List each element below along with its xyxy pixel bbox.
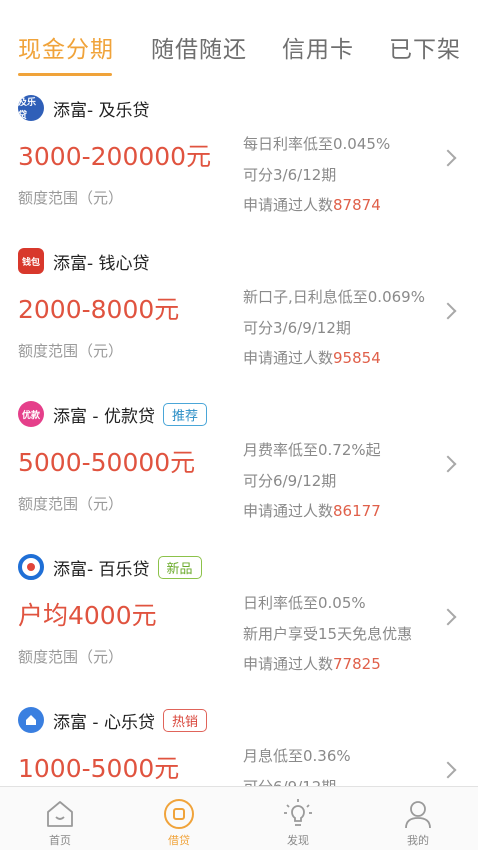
product-rate: 月费率低至0.72%起 (243, 441, 381, 459)
tab-borrow-anytime[interactable]: 随借随还 (151, 30, 247, 64)
qianxindai-logo-icon: 钱包 (18, 248, 44, 274)
product-terms: 可分6/9/12期 (243, 776, 336, 786)
nav-discover[interactable]: 发现 (258, 787, 338, 850)
product-header: 添富 - 心乐贷 热销 (18, 706, 207, 734)
product-name: 添富 - 优款贷 (53, 406, 155, 427)
product-card-xinle[interactable]: 添富 - 心乐贷 热销 1000-5000元 月息低至0.36% 可分6/9/1… (0, 692, 478, 786)
tab-delisted[interactable]: 已下架 (389, 30, 461, 64)
product-card-youkuan[interactable]: 优款 添富 - 优款贷 推荐 5000-50000元 额度范围（元） 月费率低至… (0, 386, 478, 539)
product-rate: 日利率低至0.05% (243, 594, 366, 612)
product-terms: 可分6/9/12期 (243, 472, 337, 490)
approved-count-value: 86177 (333, 502, 381, 520)
approved-count-label: 申请通过人数 (243, 349, 334, 367)
product-amount: 2000-8000元 (18, 295, 180, 324)
amount-range-label: 额度范围（元） (18, 495, 124, 513)
product-name: 添富- 及乐贷 (53, 100, 150, 121)
approved-count-value: 87874 (333, 196, 381, 214)
bailedai-logo-icon (18, 554, 44, 580)
nav-home-label: 首页 (49, 834, 71, 847)
youkuandai-logo-icon: 优款 (18, 401, 44, 427)
product-amount: 5000-50000元 (18, 448, 196, 477)
product-rate: 新口子,日利息低至0.069% (243, 288, 425, 306)
approved-count: 申请通过人数77825 (243, 653, 381, 674)
nav-mine-label: 我的 (407, 834, 429, 847)
approved-count-value: 77825 (333, 655, 381, 673)
tab-credit-card[interactable]: 信用卡 (282, 30, 354, 64)
nav-loan-label: 借贷 (168, 834, 190, 847)
xinle-house-icon (26, 715, 36, 725)
product-terms: 新用户享受15天免息优惠 (243, 625, 413, 643)
approved-count: 申请通过人数86177 (243, 500, 381, 521)
product-card-baile[interactable]: 添富- 百乐贷 新品 户均4000元 额度范围（元） 日利率低至0.05% 新用… (0, 539, 478, 692)
product-list: 及乐贷 添富- 及乐贷 3000-200000元 额度范围（元） 每日利率低至0… (0, 80, 478, 786)
chevron-right-icon[interactable] (439, 608, 457, 626)
amount-range-label: 额度范围（元） (18, 648, 124, 666)
chevron-right-icon[interactable] (439, 149, 457, 167)
product-terms: 可分3/6/9/12期 (243, 319, 351, 337)
user-icon (405, 801, 431, 829)
approved-count: 申请通过人数87874 (243, 194, 381, 215)
product-name: 添富- 百乐贷 (53, 559, 150, 580)
approved-count: 申请通过人数95854 (243, 347, 381, 368)
amount-range-label: 额度范围（元） (18, 342, 124, 360)
product-rate: 每日利率低至0.045% (243, 135, 391, 153)
loan-icon (164, 799, 194, 829)
bottom-nav: 首页 借贷 发现 我的 (0, 786, 478, 850)
nav-discover-label: 发现 (287, 834, 309, 847)
approved-count-label: 申请通过人数 (243, 196, 334, 214)
baile-dot-icon (27, 563, 35, 571)
category-tabs: 现金分期 随借随还 信用卡 已下架 (0, 0, 478, 80)
product-card-qianxin[interactable]: 钱包 添富- 钱心贷 2000-8000元 额度范围（元） 新口子,日利息低至0… (0, 233, 478, 386)
product-card-jile[interactable]: 及乐贷 添富- 及乐贷 3000-200000元 额度范围（元） 每日利率低至0… (0, 80, 478, 233)
chevron-right-icon[interactable] (439, 455, 457, 473)
product-name: 添富- 钱心贷 (53, 253, 150, 274)
home-icon (47, 801, 73, 827)
product-name: 添富 - 心乐贷 (53, 712, 155, 733)
nav-home[interactable]: 首页 (20, 787, 100, 850)
product-amount: 1000-5000元 (18, 754, 180, 783)
nav-mine[interactable]: 我的 (378, 787, 458, 850)
chevron-right-icon[interactable] (439, 302, 457, 320)
product-header: 添富- 百乐贷 新品 (18, 553, 202, 581)
chevron-right-icon[interactable] (439, 761, 457, 779)
amount-range-label: 额度范围（元） (18, 189, 124, 207)
xinledai-logo-icon (18, 707, 44, 733)
tab-cash-installment[interactable]: 现金分期 (18, 30, 114, 64)
bulb-icon (284, 799, 312, 826)
approved-count-label: 申请通过人数 (243, 502, 334, 520)
product-rate: 月息低至0.36% (243, 747, 351, 765)
product-amount: 户均4000元 (18, 601, 157, 630)
hot-badge: 热销 (162, 708, 207, 732)
product-header: 优款 添富 - 优款贷 推荐 (18, 400, 207, 428)
new-badge: 新品 (157, 555, 202, 579)
approved-count-value: 95854 (333, 349, 381, 367)
product-amount: 3000-200000元 (18, 142, 212, 171)
product-header: 钱包 添富- 钱心贷 (18, 247, 150, 275)
product-header: 及乐贷 添富- 及乐贷 (18, 94, 150, 122)
product-terms: 可分3/6/12期 (243, 166, 337, 184)
jiledai-logo-icon: 及乐贷 (18, 95, 44, 121)
approved-count-label: 申请通过人数 (243, 655, 334, 673)
nav-loan[interactable]: 借贷 (139, 787, 219, 850)
recommend-badge: 推荐 (162, 402, 207, 426)
active-tab-indicator (18, 73, 112, 76)
